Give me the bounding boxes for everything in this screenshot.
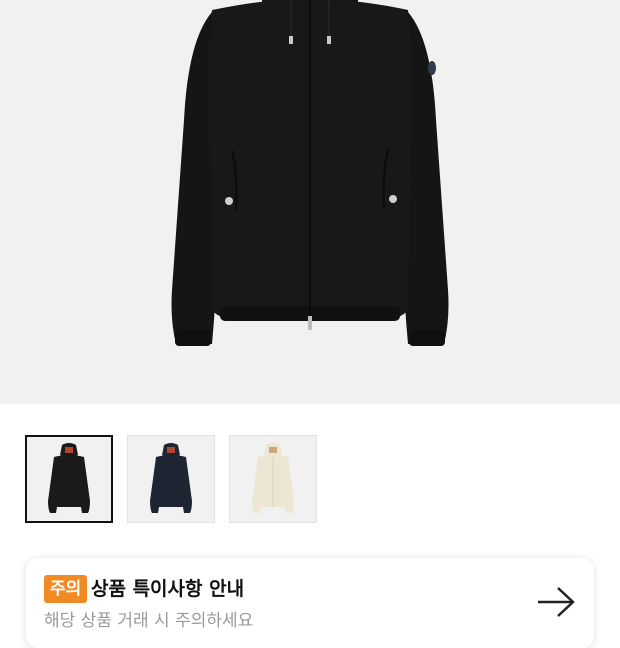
notice-subtitle: 해당 상품 거래 시 주의하세요 bbox=[44, 611, 254, 631]
thumbnail-ivory[interactable] bbox=[229, 435, 317, 523]
arrow-right-icon[interactable] bbox=[536, 585, 576, 619]
thumbnail-black[interactable] bbox=[25, 435, 113, 523]
thumbnail-navy[interactable] bbox=[127, 435, 215, 523]
caution-badge: 주의 bbox=[44, 575, 88, 603]
main-product-image[interactable] bbox=[0, 0, 620, 404]
product-notice-card[interactable]: 주의 상품 특이사항 안내 해당 상품 거래 시 주의하세요 bbox=[26, 558, 594, 648]
ivory-jacket-thumbnail bbox=[252, 443, 294, 513]
notice-title: 상품 특이사항 안내 bbox=[91, 578, 245, 600]
jacket-illustration bbox=[171, 0, 449, 346]
navy-jacket-thumbnail bbox=[150, 443, 192, 513]
black-jacket-thumbnail bbox=[48, 443, 90, 513]
